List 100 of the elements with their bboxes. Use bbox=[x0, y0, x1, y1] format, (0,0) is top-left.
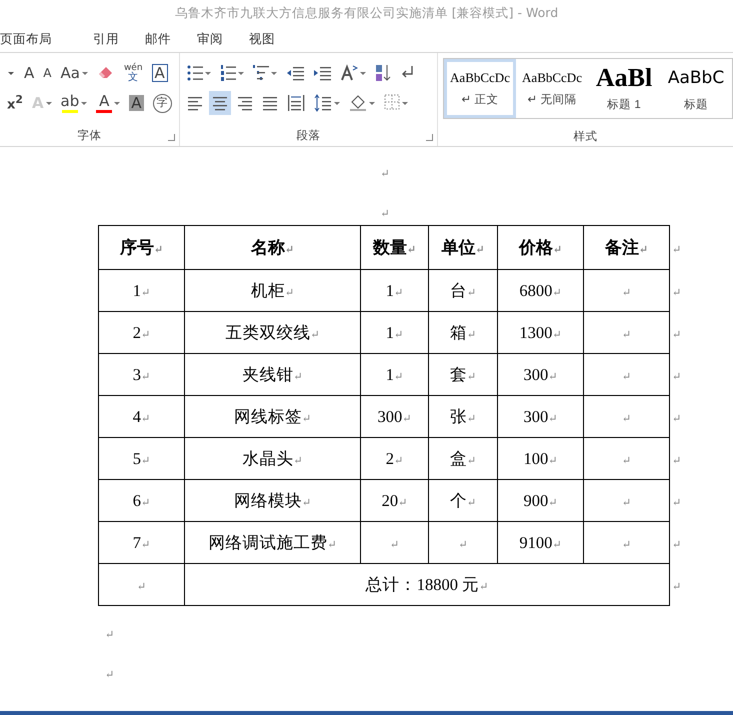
column-header: 备注↵ bbox=[604, 238, 648, 257]
table-cell-text: ↵ bbox=[458, 538, 468, 552]
format-button[interactable]: A bbox=[126, 91, 147, 115]
table-cell: 张↵ bbox=[450, 406, 476, 426]
row-end-mark: ↵ bbox=[672, 286, 682, 298]
table-cell: 300↵ bbox=[524, 406, 558, 426]
table-cell: 6800↵ bbox=[519, 280, 562, 300]
table-cell: 套↵ bbox=[450, 364, 476, 384]
table-cell: 网络调试施工费↵ bbox=[208, 532, 337, 552]
format-button[interactable]: A bbox=[21, 61, 38, 85]
table-cell: 机柜↵ bbox=[250, 280, 294, 300]
borders-icon bbox=[384, 94, 400, 112]
table-cell: 台↵ bbox=[450, 280, 476, 300]
paragraph-mark: ↵ bbox=[380, 208, 390, 220]
row-end-mark: ↵ bbox=[672, 412, 682, 424]
table-cell: 1↵ bbox=[386, 364, 404, 384]
table-cell-text: ↵ bbox=[622, 328, 632, 342]
group-label: 样式 bbox=[574, 128, 598, 142]
sort-icon bbox=[374, 64, 391, 82]
table-cell-text: ↵ bbox=[622, 538, 632, 552]
table-cell: 1↵ bbox=[132, 280, 150, 300]
table-cell: 9100↵ bbox=[519, 532, 562, 552]
column-header: 名称↵ bbox=[250, 238, 294, 257]
style-item[interactable]: AaBbCcDc ↵ 无间隔 bbox=[516, 59, 588, 118]
table-cell: 箱↵ bbox=[450, 322, 476, 342]
table-cell: 1300↵ bbox=[519, 322, 562, 342]
ribbon-tab[interactable]: 页面布局 bbox=[0, 26, 80, 52]
format-button[interactable]: Aa bbox=[57, 61, 91, 85]
paragraph-mark: ↵ bbox=[105, 629, 114, 641]
style-item[interactable]: AaBbC 标题 bbox=[660, 59, 732, 118]
text-direction-icon bbox=[340, 64, 358, 82]
increase-indent-icon bbox=[312, 64, 331, 82]
line-spacing-icon bbox=[314, 94, 332, 112]
table-cell: 盒↵ bbox=[450, 448, 476, 468]
table-cell: 5↵ bbox=[132, 448, 150, 468]
justify-icon bbox=[262, 94, 278, 112]
group-label: 段落 bbox=[296, 128, 320, 142]
format-button[interactable]: A bbox=[93, 91, 124, 115]
table-cell: 网络模块↵ bbox=[234, 490, 312, 510]
align-left-icon bbox=[186, 94, 203, 112]
column-header: 单位↵ bbox=[441, 238, 485, 257]
table-cell: 2↵ bbox=[386, 448, 404, 468]
table-cell: 100↵ bbox=[524, 448, 558, 468]
row-end-mark: ↵ bbox=[672, 244, 682, 256]
table-cell: 7↵ bbox=[132, 532, 150, 552]
multilevel-list-icon bbox=[252, 64, 269, 82]
ribbon-tab[interactable]: 视图 bbox=[236, 26, 288, 52]
format-button[interactable]: ab bbox=[58, 91, 90, 115]
toolbar-button[interactable] bbox=[208, 91, 231, 115]
format-button[interactable]: wén 文 bbox=[120, 61, 146, 85]
align-center-icon bbox=[212, 94, 228, 112]
table-cell-text: ↵ bbox=[622, 370, 632, 384]
table-cell: 水晶头↵ bbox=[242, 448, 303, 468]
table-cell: 个↵ bbox=[450, 490, 476, 510]
row-end-mark: ↵ bbox=[672, 328, 682, 340]
table-cell-text: ↵ bbox=[136, 580, 146, 594]
dialog-launcher-icon[interactable] bbox=[168, 134, 175, 141]
table-cell-text: ↵ bbox=[622, 412, 632, 426]
table-cell: 1↵ bbox=[386, 322, 404, 342]
style-item[interactable]: AaBl 标题 1 bbox=[588, 59, 660, 118]
table-cell-text: ↵ bbox=[622, 286, 632, 300]
ribbon-tab[interactable]: 邮件 bbox=[132, 26, 184, 52]
table-cell: 900↵ bbox=[524, 490, 558, 510]
caret-icon bbox=[7, 70, 15, 76]
table-cell-text: ↵ bbox=[622, 454, 632, 468]
table-cell: 五类双绞线↵ bbox=[225, 322, 320, 342]
align-right-icon bbox=[236, 94, 253, 112]
format-button[interactable]: A bbox=[40, 61, 54, 85]
ribbon-tab[interactable]: 审阅 bbox=[184, 26, 236, 52]
column-header: 数量↵ bbox=[372, 238, 416, 257]
table-cell: 4↵ bbox=[132, 406, 150, 426]
table-cell: 1↵ bbox=[386, 280, 404, 300]
column-header: 序号↵ bbox=[120, 238, 164, 257]
table-cell: 6↵ bbox=[132, 490, 150, 510]
group-label: 字体 bbox=[77, 128, 102, 142]
paragraph-mark: ↵ bbox=[105, 669, 114, 681]
table-cell: 300↵ bbox=[378, 406, 412, 426]
format-button[interactable]: x$^{2}$ bbox=[4, 91, 26, 115]
table-cell: 300↵ bbox=[524, 364, 558, 384]
table-cell: 2↵ bbox=[132, 322, 150, 342]
row-end-mark: ↵ bbox=[672, 580, 682, 592]
row-end-mark: ↵ bbox=[672, 454, 682, 466]
table-cell: 3↵ bbox=[132, 364, 150, 384]
paint-bucket-icon bbox=[348, 94, 367, 112]
total-cell: 总计：18800 元↵ bbox=[366, 574, 488, 594]
style-item[interactable]: AaBbCcDc ↵ 正文 bbox=[444, 59, 516, 118]
dialog-launcher-icon[interactable] bbox=[426, 134, 433, 141]
paragraph-mark: ↵ bbox=[380, 168, 390, 180]
ribbon-tab[interactable]: 引用 bbox=[80, 26, 132, 52]
bullet-list-icon bbox=[186, 64, 203, 82]
row-end-mark: ↵ bbox=[672, 538, 682, 550]
table-cell: 20↵ bbox=[382, 490, 408, 510]
table-cell-text: ↵ bbox=[390, 538, 400, 552]
decrease-indent-icon bbox=[286, 64, 304, 82]
numbered-list-icon bbox=[220, 64, 236, 82]
table-cell: 夹线钳↵ bbox=[242, 364, 303, 384]
column-header: 价格↵ bbox=[518, 238, 562, 257]
distributed-icon bbox=[286, 94, 305, 112]
table-cell: 网线标签↵ bbox=[234, 406, 312, 426]
window-title: 乌鲁木齐市九联大方信息服务有限公司实施清单 [兼容模式] - Word bbox=[174, 4, 558, 22]
